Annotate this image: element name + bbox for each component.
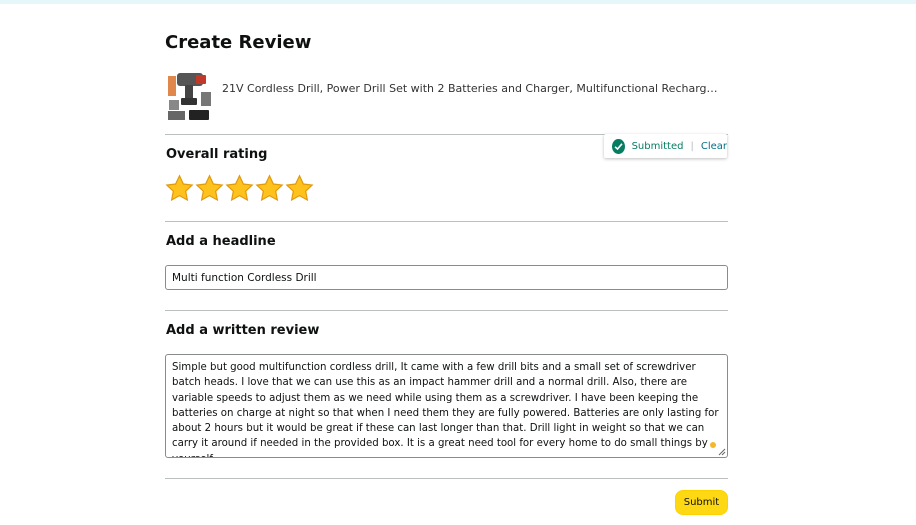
review-textarea[interactable]: Simple but good multifunction cordless d… xyxy=(165,354,728,458)
divider xyxy=(165,221,728,222)
page-title: Create Review xyxy=(165,32,312,53)
resize-handle-icon[interactable] xyxy=(718,448,726,456)
written-review-label: Add a written review xyxy=(166,323,320,338)
clear-link[interactable]: Clear xyxy=(701,141,727,152)
star-icon[interactable] xyxy=(165,174,194,203)
divider xyxy=(165,478,728,479)
status-badge: Submitted | Clear xyxy=(604,134,727,158)
review-text: Simple but good multifunction cordless d… xyxy=(172,362,719,457)
star-icon[interactable] xyxy=(195,174,224,203)
star-icon[interactable] xyxy=(225,174,254,203)
product-thumbnail xyxy=(165,70,213,122)
divider xyxy=(165,310,728,311)
star-icon[interactable] xyxy=(255,174,284,203)
product-name: 21V Cordless Drill, Power Drill Set with… xyxy=(222,82,722,95)
submit-button[interactable]: Submit xyxy=(675,490,728,515)
star-icon[interactable] xyxy=(285,174,314,203)
check-circle-icon xyxy=(612,138,625,154)
headline-label: Add a headline xyxy=(166,234,276,249)
top-bar xyxy=(0,0,916,4)
submitted-label: Submitted xyxy=(631,140,684,152)
star-rating xyxy=(165,174,314,203)
grammar-indicator-icon xyxy=(710,442,716,448)
overall-rating-label: Overall rating xyxy=(166,147,268,162)
status-separator: | xyxy=(690,140,694,152)
headline-input[interactable] xyxy=(165,265,728,290)
